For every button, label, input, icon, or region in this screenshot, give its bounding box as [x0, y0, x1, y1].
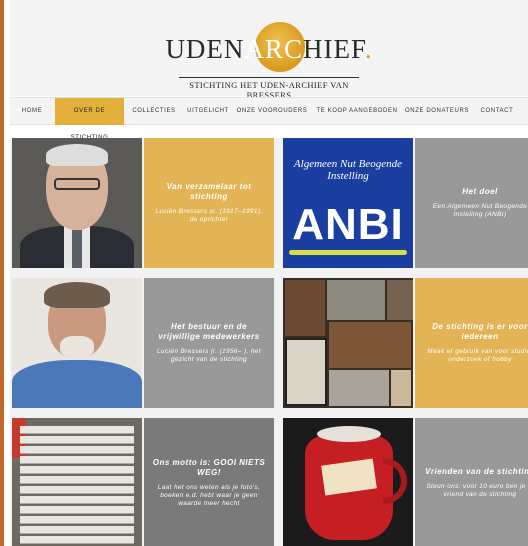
nav-item-collecties[interactable]: COLLECTIES: [127, 98, 181, 125]
tile-founder-title: Van verzamelaar tot stichting: [166, 182, 252, 201]
site-logo[interactable]: UDENARCHIEF. STICHTING HET UDEN-ARCHIEF …: [10, 20, 528, 100]
nav-item-onze-voorouders[interactable]: ONZE VOOROUDERS: [236, 98, 308, 125]
archive-collage-photo[interactable]: [283, 278, 413, 408]
tile-goal-body: Een Algemeen Nut Beogende Instelling (AN…: [432, 203, 528, 218]
tile-friends-title: Vrienden van de stichting: [425, 467, 528, 476]
tile-motto-title: Ons motto is: GOOI NIETS WEG!: [152, 458, 266, 477]
tile-everyone[interactable]: De stichting is er voor iedereen Maak er…: [415, 278, 528, 408]
paper-stacks-photo[interactable]: [12, 418, 142, 546]
tile-board-title: Het bestuur en de vrijwillige medewerker…: [158, 322, 260, 341]
tile-motto-body: Laat het ons weten als je foto's, boeken…: [157, 484, 261, 507]
tile-friends-body: Steun ons: voor 10 euro ben je al vriend…: [426, 483, 528, 498]
tile-board[interactable]: Het bestuur en de vrijwillige medewerker…: [144, 278, 274, 408]
tile-board-body: Luciën Bressers jr. (1956– ), het gezich…: [157, 348, 261, 363]
nav-item-onze-donateurs[interactable]: ONZE DONATEURS: [403, 98, 471, 125]
logo-wordmark: UDENARCHIEF.: [165, 34, 373, 64]
nav-item-over-de-stichting[interactable]: OVER DE STICHTING: [55, 98, 124, 141]
nav-item-uitgelicht[interactable]: UITGELICHT: [183, 98, 233, 125]
collection-box-photo[interactable]: [283, 418, 413, 546]
main-navigation: HOME OVER DE STICHTING COLLECTIES UITGEL…: [10, 97, 528, 141]
tile-everyone-body: Maak er gebruik van voor studie, onderzo…: [427, 348, 528, 363]
nav-item-te-koop-aangeboden[interactable]: TE KOOP AANGEBODEN: [312, 98, 402, 125]
anbi-caption: Algemeen Nut Beogende Instelling: [293, 158, 403, 182]
tile-grid: Van verzamelaar tot stichting Luciën Bre…: [10, 138, 528, 546]
tile-everyone-title: De stichting is er voor iedereen: [432, 322, 528, 341]
left-border: [0, 0, 4, 546]
anbi-logo-tile[interactable]: Algemeen Nut Beogende Instelling ANBI: [283, 138, 413, 268]
tile-founder-body: Luciën Bressers sr. (1917–1991), de opri…: [155, 208, 263, 223]
tile-goal[interactable]: Het doel Een Algemeen Nut Beogende Inste…: [415, 138, 528, 268]
founder-photo[interactable]: [12, 138, 142, 268]
tile-motto[interactable]: Ons motto is: GOOI NIETS WEG! Laat het o…: [144, 418, 274, 546]
tile-friends[interactable]: Vrienden van de stichting Steun ons: voo…: [415, 418, 528, 546]
tile-goal-title: Het doel: [462, 187, 498, 196]
tile-founder[interactable]: Van verzamelaar tot stichting Luciën Bre…: [144, 138, 274, 268]
anbi-logo-text: ANBI: [292, 200, 404, 249]
nav-item-contact[interactable]: CONTACT: [474, 98, 520, 125]
nav-item-home[interactable]: HOME: [12, 98, 52, 125]
anbi-underline: [289, 250, 407, 255]
board-photo[interactable]: [12, 278, 142, 408]
site-header: UDENARCHIEF. STICHTING HET UDEN-ARCHIEF …: [10, 0, 528, 100]
